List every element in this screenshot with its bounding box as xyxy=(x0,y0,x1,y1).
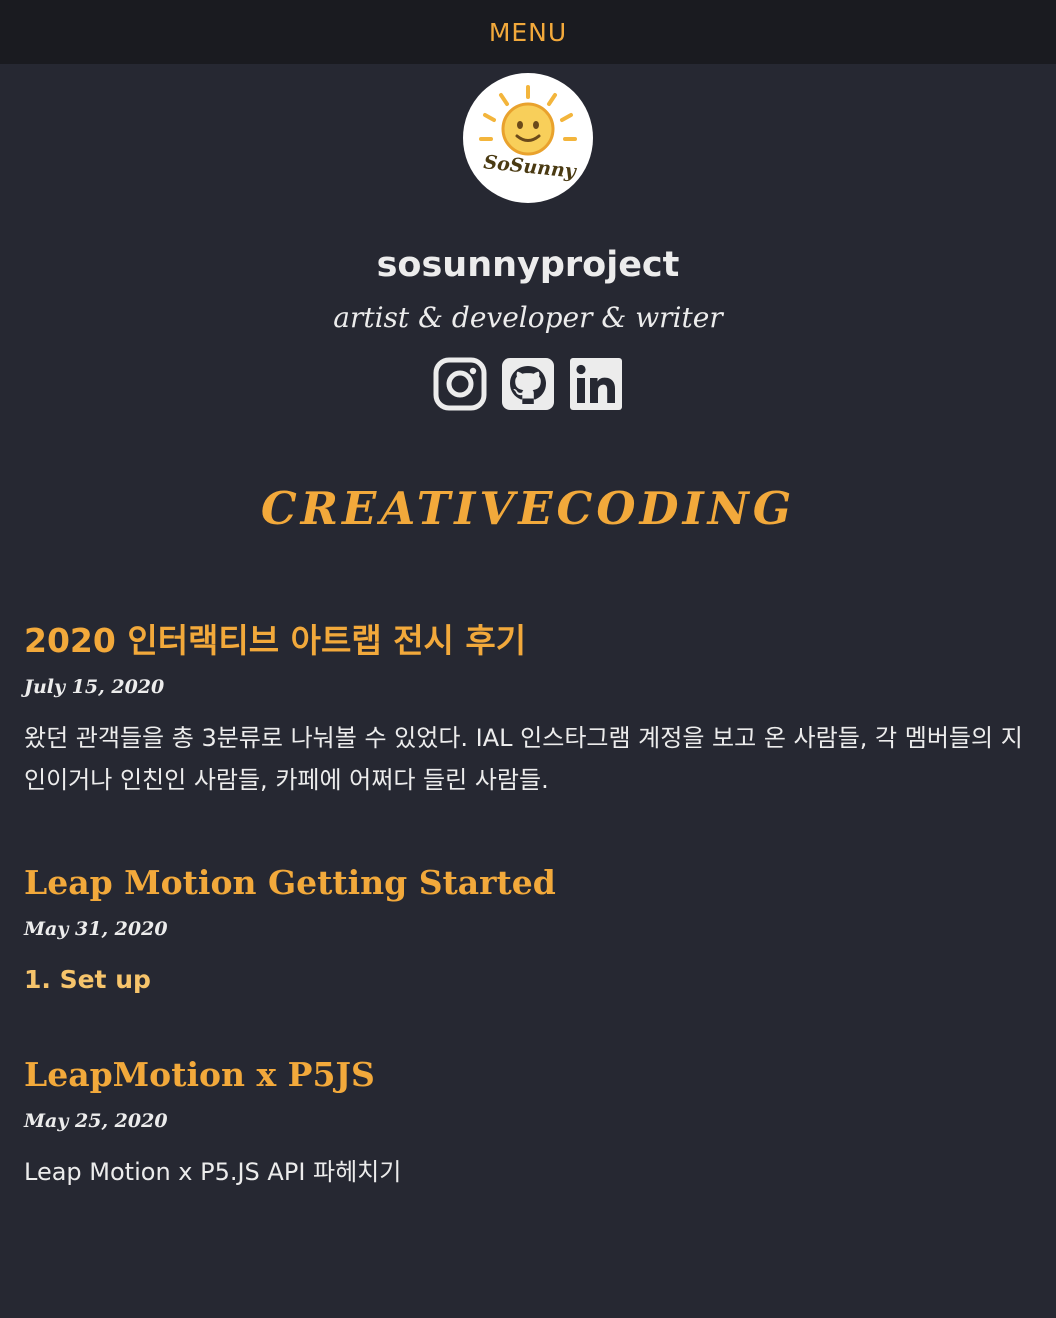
menu-button[interactable]: MENU xyxy=(489,18,567,47)
sosunny-logo: SoSunny xyxy=(479,85,579,183)
post-item: 2020 인터랙티브 아트랩 전시 후기 July 15, 2020 왔던 관객… xyxy=(24,621,1032,801)
post-item: LeapMotion x P5JS May 25, 2020 Leap Moti… xyxy=(24,1055,1032,1193)
post-date: May 25, 2020 xyxy=(24,1110,168,1132)
post-excerpt: Leap Motion x P5.JS API 파헤치기 xyxy=(24,1158,402,1186)
post-title[interactable]: 2020 인터랙티브 아트랩 전시 후기 xyxy=(24,621,1032,661)
tagline: artist & developer & writer xyxy=(333,301,723,334)
profile-header: SoSunny sosunnyproject artist & develope… xyxy=(0,73,1056,411)
avatar[interactable]: SoSunny xyxy=(463,73,593,203)
post-title[interactable]: Leap Motion Getting Started xyxy=(24,863,1032,903)
site-name[interactable]: sosunnyproject xyxy=(0,245,1056,285)
linkedin-icon xyxy=(570,358,622,410)
post-excerpt: 1. Set up xyxy=(24,965,151,994)
post-excerpt: 왔던 관객들을 총 3분류로 나눠볼 수 있었다. IAL 인스타그램 계정을 … xyxy=(24,724,1023,794)
svg-text:SoSunny: SoSunny xyxy=(482,151,578,183)
github-link[interactable] xyxy=(501,357,555,411)
post-title[interactable]: LeapMotion x P5JS xyxy=(24,1055,1032,1095)
github-icon xyxy=(502,358,554,410)
social-links xyxy=(0,357,1056,411)
post-date: May 31, 2020 xyxy=(24,918,168,940)
instagram-link[interactable] xyxy=(433,357,487,411)
instagram-icon xyxy=(433,357,487,411)
category-heading: CREATIVECODING xyxy=(260,482,796,535)
linkedin-link[interactable] xyxy=(569,357,623,411)
top-nav-bar: MENU xyxy=(0,0,1056,64)
post-item: Leap Motion Getting Started May 31, 2020… xyxy=(24,863,1032,1001)
post-date: July 15, 2020 xyxy=(24,676,165,698)
post-list: 2020 인터랙티브 아트랩 전시 후기 July 15, 2020 왔던 관객… xyxy=(0,621,1056,1193)
